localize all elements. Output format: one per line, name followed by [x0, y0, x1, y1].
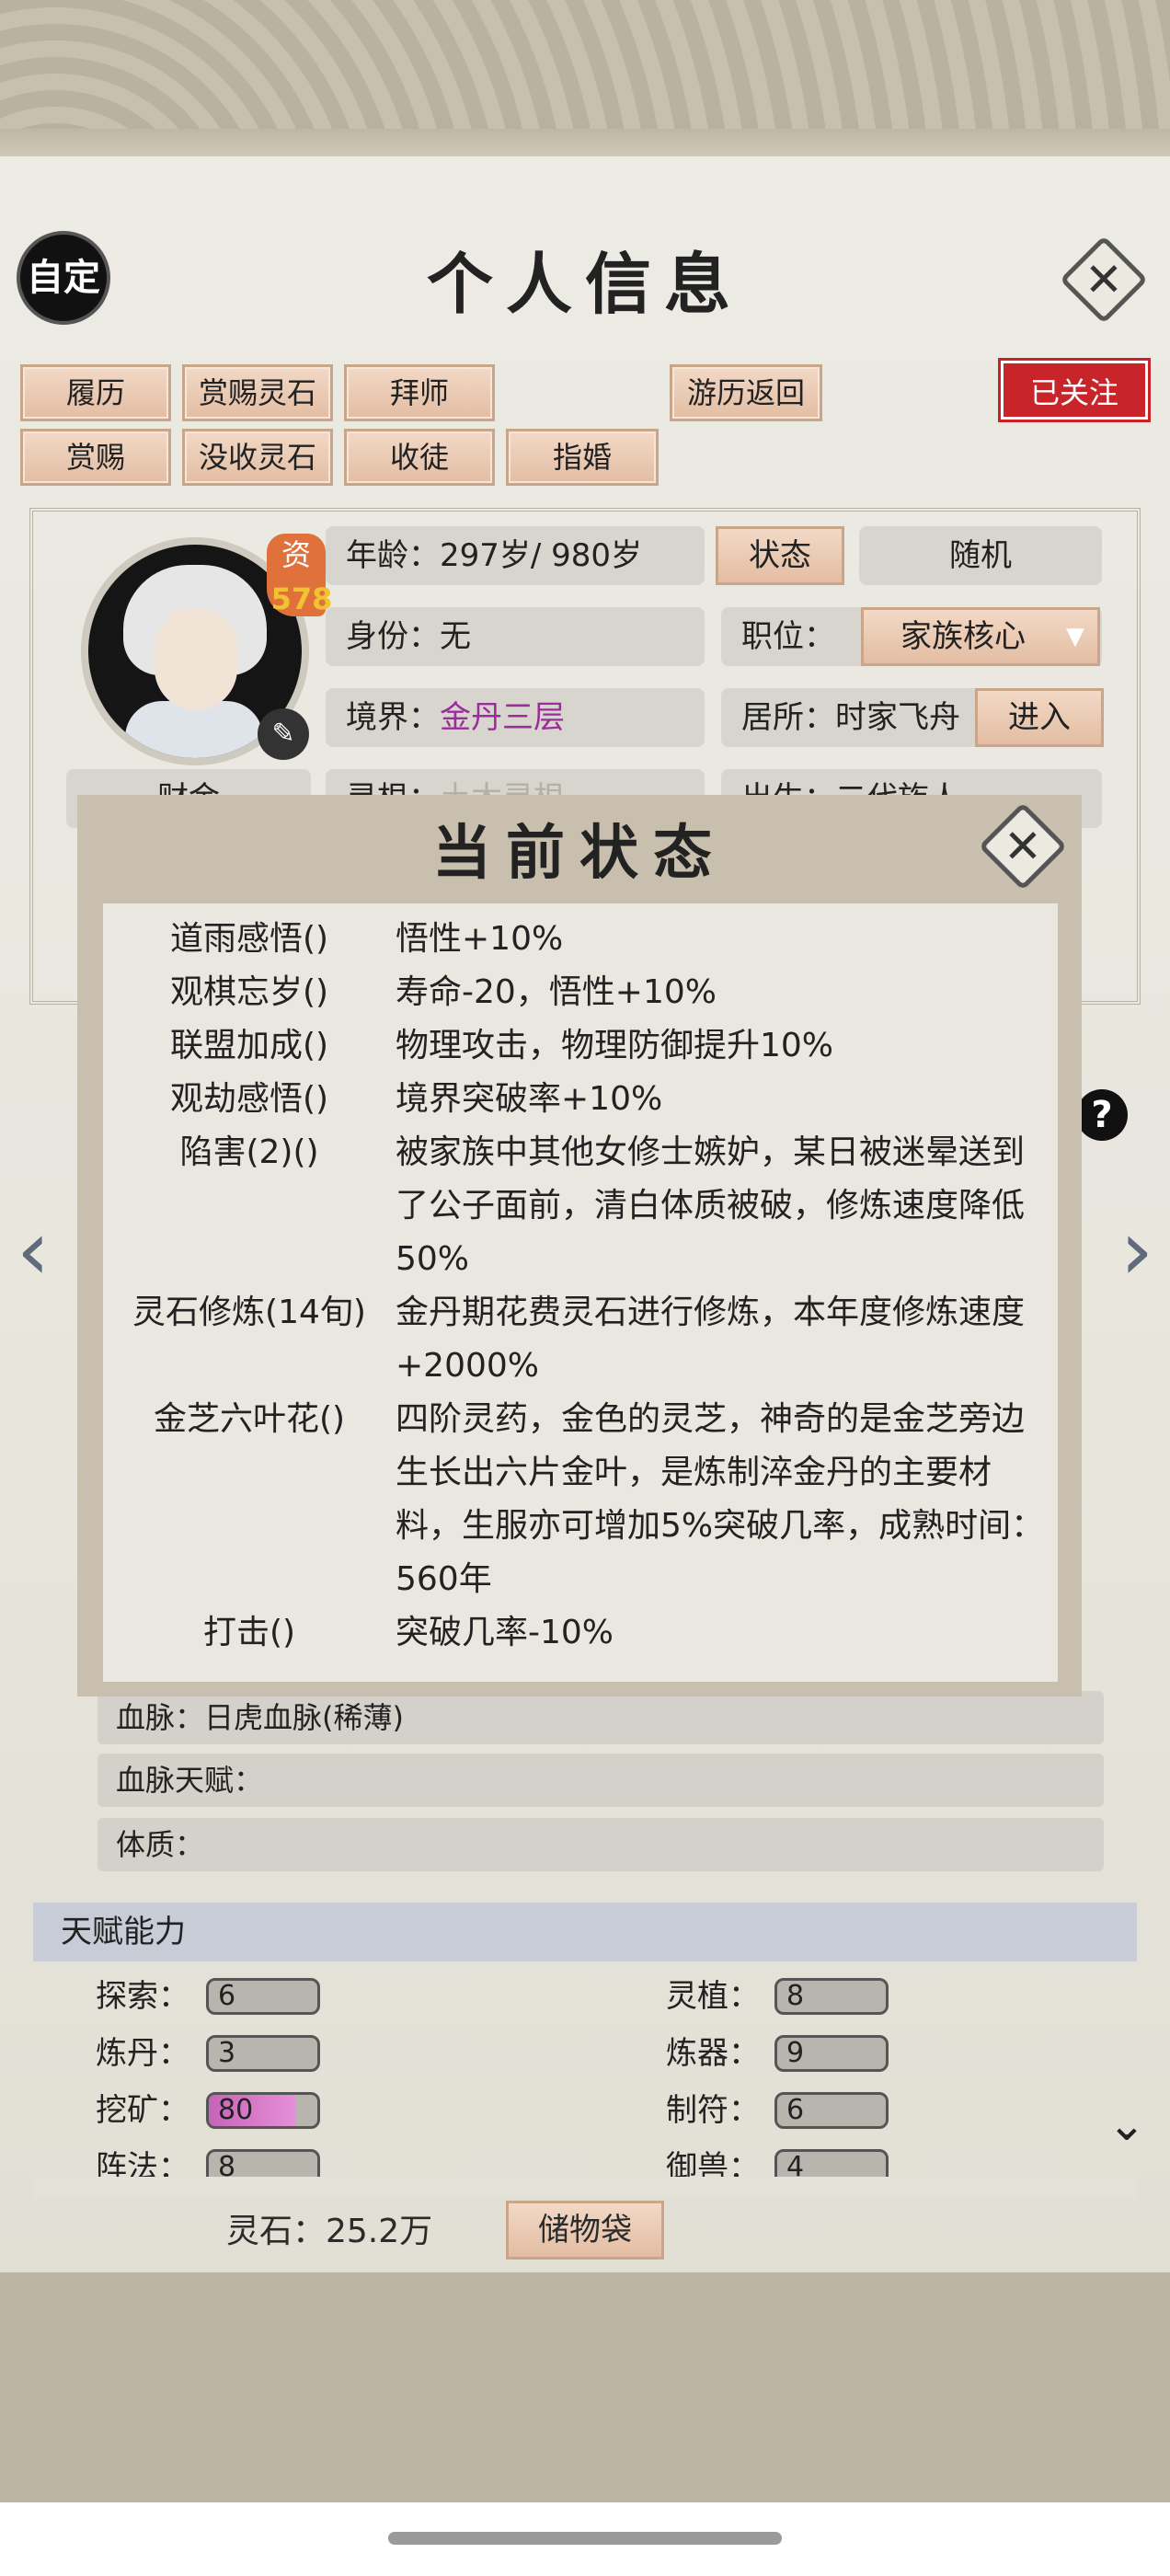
status-name: 灵石修炼(14旬)	[132, 1294, 366, 1331]
skill-label: 灵植：	[666, 1978, 760, 2015]
help-icon[interactable]: ?	[1076, 1089, 1128, 1141]
scroll-clip	[33, 2177, 1137, 2199]
status-name: 陷害(2)()	[179, 1133, 319, 1171]
status-name: 观棋忘岁()	[169, 973, 329, 1011]
popup-close-button[interactable]: ✕	[978, 801, 1068, 891]
status-name: 打击()	[202, 1614, 296, 1651]
confiscate-stone-button[interactable]: 没收灵石	[182, 429, 333, 486]
random-button[interactable]: 随机	[859, 526, 1102, 585]
custom-button[interactable]: 自定	[20, 235, 107, 321]
skill-bar: 9	[774, 2035, 889, 2072]
close-button[interactable]: ✕	[1059, 235, 1149, 325]
top-decoration	[0, 0, 1170, 166]
skill-label: 挖矿：	[96, 2092, 189, 2129]
skill-label: 探索：	[96, 1978, 189, 2015]
status-name: 联盟加成()	[169, 1027, 329, 1064]
realm-label: 境界：	[346, 699, 440, 736]
reward-stone-button[interactable]: 赏赐灵石	[182, 364, 333, 421]
residence-value: 时家飞舟	[835, 699, 960, 736]
constitution-row: 体质：	[98, 1818, 1104, 1871]
popup-title: 当前状态	[432, 819, 727, 888]
skill-bar: 3	[206, 2035, 320, 2072]
skill-value: 3	[218, 2037, 236, 2069]
recruit-disciple-button[interactable]: 收徒	[344, 429, 495, 486]
residence-label: 居所：	[741, 699, 835, 736]
skill-value: 6	[218, 1980, 236, 2012]
prev-arrow-icon[interactable]: ‹	[6, 1205, 61, 1297]
status-name: 观劫感悟()	[169, 1080, 329, 1118]
popup-close-icon: ✕	[1004, 820, 1042, 873]
skill-bar: 8	[774, 1978, 889, 2015]
identity-value: 无	[440, 618, 471, 655]
identity-field: 身份：无	[326, 607, 705, 666]
age-label: 年龄：	[346, 537, 440, 574]
spirit-stone-total: 灵石：25.2万	[226, 2213, 433, 2250]
reward-button[interactable]: 赏赐	[20, 429, 171, 486]
enter-button[interactable]: 进入	[975, 688, 1104, 747]
skill-value: 6	[786, 2094, 805, 2126]
status-button[interactable]: 状态	[716, 526, 844, 585]
next-arrow-icon[interactable]: ›	[1109, 1205, 1164, 1297]
status-description: 悟性+10%	[396, 920, 564, 958]
status-description: 突破几率-10%	[396, 1614, 614, 1651]
status-description: 金丹期花费灵石进行修炼，本年度修炼速度+2000%	[396, 1294, 1026, 1385]
skill-value: 80	[218, 2094, 254, 2126]
apprentice-button[interactable]: 拜师	[344, 364, 495, 421]
status-description: 四阶灵药，金色的灵芝，神奇的是金芝旁边生长出六片金叶，是炼制淬金丹的主要材料，生…	[396, 1400, 1045, 1598]
position-label: 职位：	[741, 618, 835, 655]
skill-label: 炼丹：	[96, 2035, 189, 2072]
status-description: 被家族中其他女修士嫉妒，某日被迷晕送到了公子面前，清白体质被破，修炼速度降低50…	[396, 1133, 1026, 1278]
position-dropdown[interactable]: 家族核心 ▼	[861, 607, 1100, 666]
travel-return-button[interactable]: 游历返回	[670, 364, 822, 421]
realm-value: 金丹三层	[440, 699, 565, 736]
status-description: 寿命-20，悟性+10%	[396, 973, 717, 1011]
skill-value: 8	[786, 1980, 805, 2012]
close-icon: ✕	[1084, 253, 1123, 306]
position-value: 家族核心	[900, 618, 1026, 655]
skill-label: 制符：	[666, 2092, 760, 2129]
age-field: 年龄：297岁/ 980岁	[326, 526, 705, 585]
status-name: 金芝六叶花()	[153, 1400, 346, 1438]
skill-label: 炼器：	[666, 2035, 760, 2072]
age-value: 297岁/ 980岁	[440, 537, 643, 574]
skill-value: 8	[218, 2151, 236, 2183]
follow-badge[interactable]: 已关注	[998, 358, 1151, 422]
status-description: 境界突破率+10%	[396, 1080, 663, 1118]
identity-label: 身份：	[346, 618, 440, 655]
skill-value: 4	[786, 2151, 805, 2183]
page-title: 个人信息	[426, 245, 743, 323]
collapse-icon[interactable]: ⌄	[1095, 2098, 1159, 2151]
arrange-marriage-button[interactable]: 指婚	[506, 429, 659, 486]
skill-bar: 80	[206, 2092, 320, 2129]
skill-bar: 6	[774, 2092, 889, 2129]
abilities-section-title: 天赋能力	[33, 1903, 1137, 1961]
status-description: 物理攻击，物理防御提升10%	[396, 1027, 834, 1064]
avatar-face	[155, 609, 237, 710]
status-name: 道雨感悟()	[169, 920, 329, 958]
storage-bag-button[interactable]: 储物袋	[506, 2201, 664, 2260]
bloodline-talent-row: 血脉天赋：	[98, 1754, 1104, 1807]
history-button[interactable]: 履历	[20, 364, 171, 421]
skill-value: 9	[786, 2037, 805, 2069]
realm-field: 境界：金丹三层	[326, 688, 705, 747]
status-list: 道雨感悟() 悟性+10% 观棋忘岁() 寿命-20，悟性+10% 联盟加成() 物理攻击…	[103, 903, 1058, 1682]
home-indicator[interactable]	[388, 2532, 782, 2545]
skill-bar: 6	[206, 1978, 320, 2015]
bloodline-row: 血脉：日虎血脉(稀薄)	[98, 1691, 1104, 1744]
bottom-decoration	[0, 2272, 1170, 2502]
brush-icon[interactable]: ✎	[258, 708, 309, 760]
chevron-down-icon: ▼	[1066, 623, 1084, 650]
